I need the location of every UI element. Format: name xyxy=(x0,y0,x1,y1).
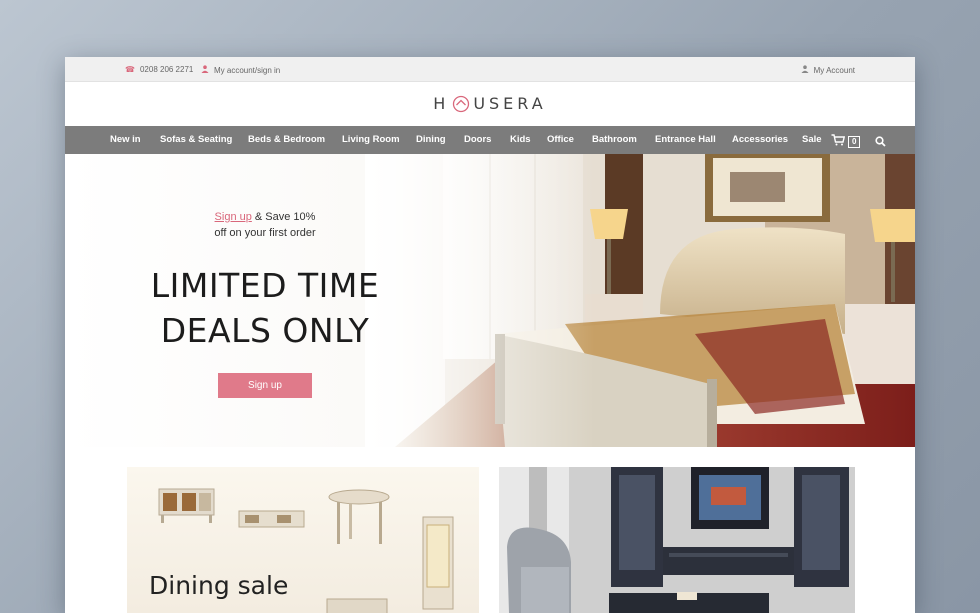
promo-text: Sign up & Save 10% off on your first ord… xyxy=(125,209,405,241)
search-icon[interactable] xyxy=(875,134,886,152)
user-icon xyxy=(201,65,209,75)
nav-item-office[interactable]: Office xyxy=(547,126,574,154)
cart-button[interactable]: 0 xyxy=(831,133,861,151)
user-icon xyxy=(801,65,809,75)
nav-item-sofas-seating[interactable]: Sofas & Seating xyxy=(160,126,232,154)
logo-text-right: USERA xyxy=(473,94,547,113)
nav-item-beds-bedroom[interactable]: Beds & Bedroom xyxy=(248,126,325,154)
signup-button[interactable]: Sign up xyxy=(218,373,312,398)
account-signin-label: My account/sign in xyxy=(214,65,281,75)
living-room-image xyxy=(499,467,855,613)
promo-save-text: & Save 10% xyxy=(251,211,316,223)
nav-item-entrance-hall[interactable]: Entrance Hall xyxy=(655,126,716,154)
hero-copy: Sign up & Save 10% off on your first ord… xyxy=(125,209,405,398)
headline-line-2: DEALS ONLY xyxy=(160,311,370,350)
cart-icon xyxy=(831,133,846,151)
hero-headline: LIMITED TIME DEALS ONLY xyxy=(125,263,405,353)
main-nav: New in Sofas & Seating Beds & Bedroom Li… xyxy=(65,126,915,154)
dining-sale-title: Dining sale xyxy=(149,571,289,600)
my-account-link[interactable]: My Account xyxy=(801,65,855,75)
nav-item-sale[interactable]: Sale xyxy=(802,126,822,154)
dining-sale-tile[interactable]: Dining sale xyxy=(127,467,479,613)
phone-contact[interactable]: ☎ 0208 206 2271 xyxy=(125,65,193,74)
account-signin-link[interactable]: My account/sign in xyxy=(201,65,280,75)
living-room-tile[interactable] xyxy=(499,467,855,613)
nav-item-kids[interactable]: Kids xyxy=(510,126,531,154)
logo-house-icon xyxy=(452,95,470,113)
browser-page: ☎ 0208 206 2271 My account/sign in My Ac… xyxy=(65,57,915,613)
nav-item-accessories[interactable]: Accessories xyxy=(732,126,788,154)
my-account-label: My Account xyxy=(813,65,855,75)
nav-item-doors[interactable]: Doors xyxy=(464,126,491,154)
promo-line-2: off on your first order xyxy=(214,227,316,239)
hero-banner: Sign up & Save 10% off on your first ord… xyxy=(65,154,915,447)
phone-icon: ☎ xyxy=(125,65,135,74)
nav-item-bathroom[interactable]: Bathroom xyxy=(592,126,637,154)
site-logo[interactable]: H USERA xyxy=(65,81,915,126)
headline-line-1: LIMITED TIME xyxy=(150,266,380,305)
nav-item-living-room[interactable]: Living Room xyxy=(342,126,400,154)
cart-count: 0 xyxy=(848,136,861,148)
nav-item-new-in[interactable]: New in xyxy=(110,126,141,154)
phone-number: 0208 206 2271 xyxy=(139,65,194,74)
logo-text-left: H xyxy=(433,94,450,113)
nav-item-dining[interactable]: Dining xyxy=(416,126,446,154)
promo-signup-link[interactable]: Sign up xyxy=(215,211,252,223)
top-bar: ☎ 0208 206 2271 My account/sign in My Ac… xyxy=(65,57,915,82)
